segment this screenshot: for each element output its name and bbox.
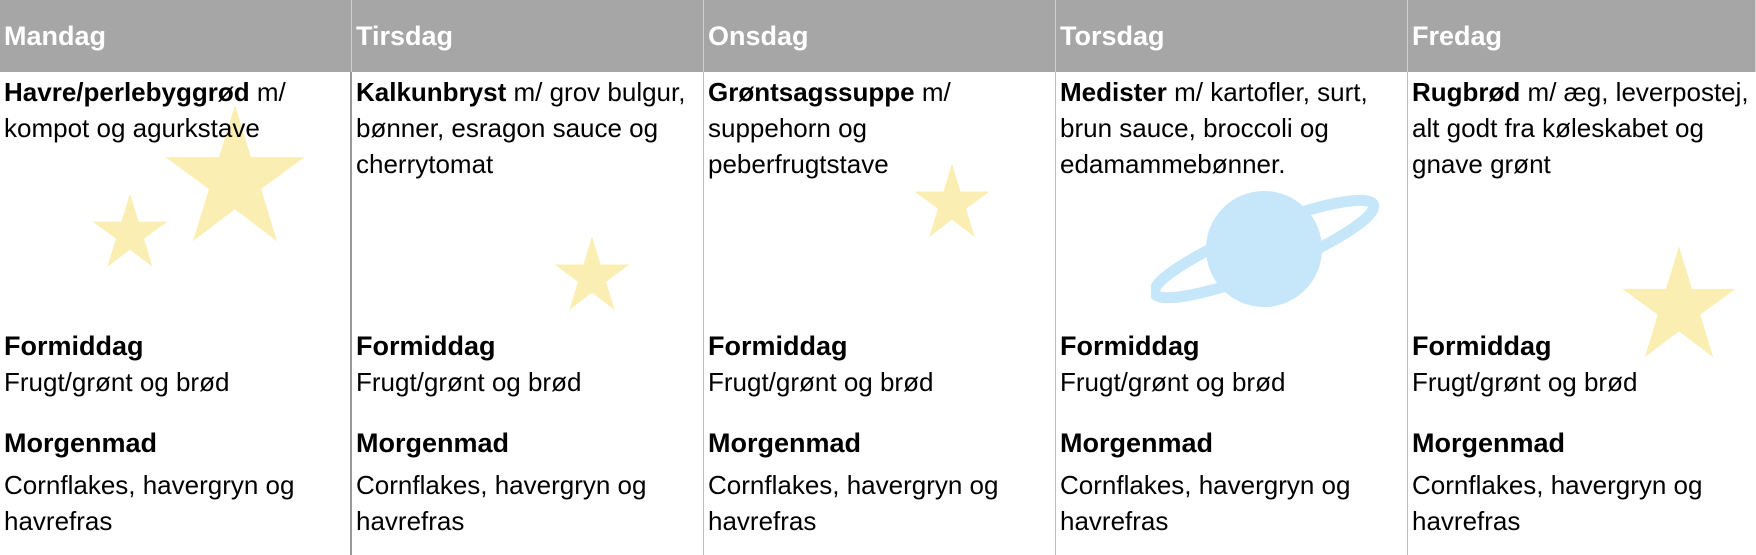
morgenmad-text: Cornflakes, havergryn og havrefras bbox=[356, 470, 647, 536]
day-column-tirsdag: Kalkunbryst m/ grov bulgur, bønner, esra… bbox=[352, 72, 704, 555]
day-header-onsdag: Onsdag bbox=[704, 0, 1056, 72]
day-header-tirsdag: Tirsdag bbox=[352, 0, 704, 72]
formiddag-title: Formiddag bbox=[356, 331, 496, 361]
formiddag-text: Frugt/grønt og brød bbox=[356, 367, 582, 397]
star-icon bbox=[1622, 246, 1736, 358]
day-column-mandag: Havre/perlebyggrød m/ kompot og agurksta… bbox=[0, 72, 352, 555]
morgenmad-title: Morgenmad bbox=[1060, 428, 1214, 458]
star-icon bbox=[554, 236, 630, 310]
formiddag-title: Formiddag bbox=[4, 331, 144, 361]
day-column-onsdag: Grøntsagssuppe m/ suppehorn og peberfrug… bbox=[704, 72, 1056, 555]
morgenmad-text: Cornflakes, havergryn og havrefras bbox=[708, 470, 999, 536]
star-icon bbox=[92, 193, 168, 267]
lunch-text: Medister m/ kartofler, surt, brun sauce,… bbox=[1060, 77, 1368, 179]
morgenmad-title: Morgenmad bbox=[4, 428, 158, 458]
morgenmad-text: Cornflakes, havergryn og havrefras bbox=[1060, 470, 1351, 536]
lunch-text: Havre/perlebyggrød m/ kompot og agurksta… bbox=[4, 77, 286, 143]
lunch-text: Grøntsagssuppe m/ suppehorn og peberfrug… bbox=[708, 77, 951, 179]
day-column-torsdag: Medister m/ kartofler, surt, brun sauce,… bbox=[1056, 72, 1408, 555]
morgenmad-text: Cornflakes, havergryn og havrefras bbox=[4, 470, 295, 536]
formiddag-title: Formiddag bbox=[1060, 331, 1200, 361]
formiddag-title: Formiddag bbox=[708, 331, 848, 361]
day-header-fredag: Fredag bbox=[1408, 0, 1756, 72]
day-header-torsdag: Torsdag bbox=[1056, 0, 1408, 72]
day-column-fredag: Rugbrød m/ æg, leverpostej, alt godt fra… bbox=[1408, 72, 1756, 555]
formiddag-title: Formiddag bbox=[1412, 331, 1552, 361]
formiddag-text: Frugt/grønt og brød bbox=[4, 367, 230, 397]
planet-icon bbox=[1151, 191, 1380, 307]
lunch-text: Rugbrød m/ æg, leverpostej, alt godt fra… bbox=[1412, 77, 1749, 179]
day-header-mandag: Mandag bbox=[0, 0, 352, 72]
morgenmad-title: Morgenmad bbox=[1412, 428, 1566, 458]
lunch-text: Kalkunbryst m/ grov bulgur, bønner, esra… bbox=[356, 77, 686, 179]
morgenmad-title: Morgenmad bbox=[356, 428, 510, 458]
formiddag-text: Frugt/grønt og brød bbox=[1412, 367, 1638, 397]
menu-table: Mandag Tirsdag Onsdag Torsdag Fredag Hav… bbox=[0, 0, 1756, 555]
formiddag-text: Frugt/grønt og brød bbox=[708, 367, 934, 397]
morgenmad-text: Cornflakes, havergryn og havrefras bbox=[1412, 470, 1703, 536]
formiddag-text: Frugt/grønt og brød bbox=[1060, 367, 1286, 397]
morgenmad-title: Morgenmad bbox=[708, 428, 862, 458]
